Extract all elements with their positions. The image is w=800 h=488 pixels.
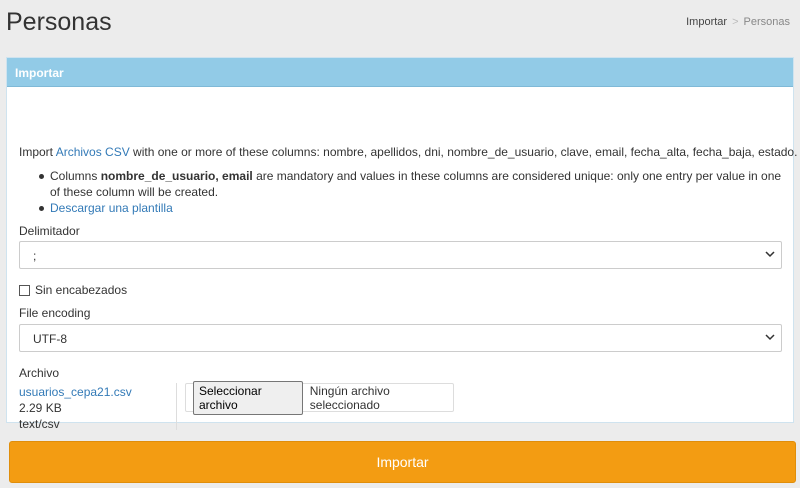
import-intro: Import Archivos CSV with one or more of … <box>19 145 797 159</box>
current-file-info: usuarios_cepa21.csv 2.29 KB text/csv <box>19 384 132 432</box>
encoding-select[interactable]: UTF-8 <box>19 324 782 352</box>
page-header: Personas Importar > Personas <box>0 0 800 52</box>
intro-suffix: with one or more of these columns: nombr… <box>129 145 798 159</box>
csv-files-link[interactable]: Archivos CSV <box>56 145 130 159</box>
mandatory-columns: nombre_de_usuario, email <box>100 169 253 183</box>
no-headers-label: Sin encabezados <box>35 283 128 297</box>
breadcrumb-item-importar[interactable]: Importar <box>686 16 727 28</box>
delimiter-label: Delimitador <box>19 224 80 238</box>
encoding-value: UTF-8 <box>33 332 67 346</box>
breadcrumb-separator: > <box>732 16 739 28</box>
file-divider <box>176 383 177 430</box>
panel-heading: Importar <box>7 58 793 87</box>
encoding-label: File encoding <box>19 306 91 320</box>
file-input[interactable]: Seleccionar archivo Ningún archivo selec… <box>185 380 454 415</box>
breadcrumb: Importar > Personas <box>686 16 790 28</box>
current-file-type: text/csv <box>19 417 60 431</box>
download-template-link[interactable]: Descargar una plantilla <box>50 201 173 215</box>
breadcrumb-item-current: Personas <box>743 16 790 28</box>
chevron-down-icon <box>765 251 775 258</box>
intro-prefix: Import <box>19 145 56 159</box>
note-prefix: Columns <box>50 169 101 183</box>
import-panel: Importar Import Archivos CSV with one or… <box>6 57 797 431</box>
import-button[interactable]: Importar <box>9 441 796 483</box>
template-note: Descargar una plantilla <box>39 200 785 216</box>
file-label: Archivo <box>19 366 60 380</box>
delimiter-value: ; <box>33 249 37 263</box>
mandatory-columns-note: Columns nombre_de_usuario, email are man… <box>39 168 785 200</box>
no-headers-option[interactable]: Sin encabezados <box>19 283 127 297</box>
current-file-link[interactable]: usuarios_cepa21.csv <box>19 385 132 399</box>
choose-file-button[interactable]: Seleccionar archivo <box>193 380 303 415</box>
page-title: Personas <box>6 8 112 36</box>
no-headers-checkbox[interactable] <box>19 284 30 296</box>
current-file-size: 2.29 KB <box>19 401 62 415</box>
delimiter-select[interactable]: ; <box>19 241 782 269</box>
file-status: Ningún archivo seleccionado <box>309 383 390 412</box>
chevron-down-icon <box>765 334 775 341</box>
import-notes: Columns nombre_de_usuario, email are man… <box>39 168 785 216</box>
